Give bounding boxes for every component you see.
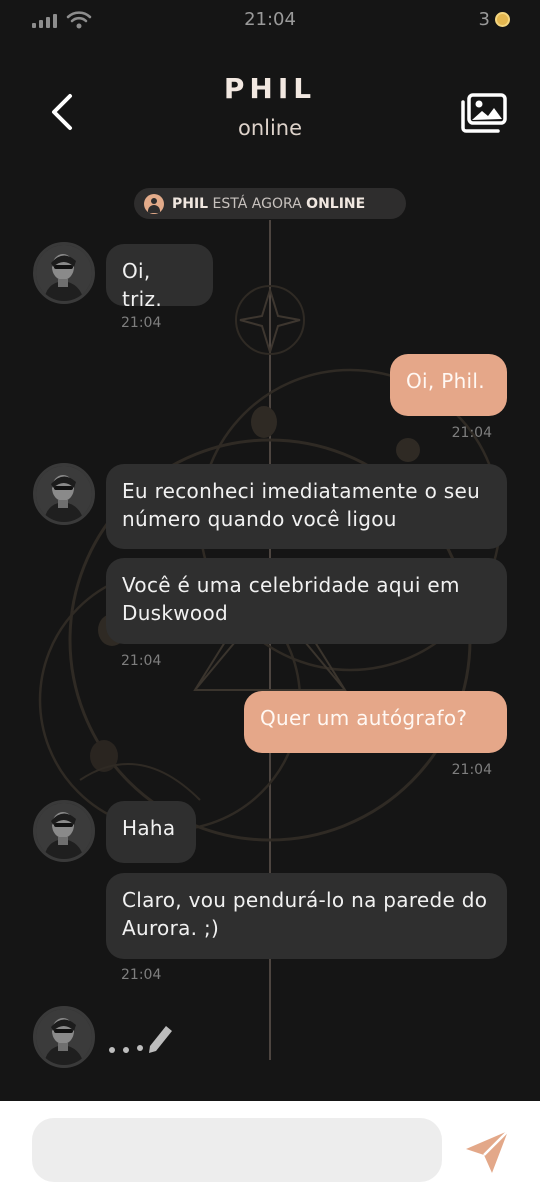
notice-text: ESTÁ AGORA [208,195,307,212]
avatar[interactable] [33,1006,95,1068]
message-time: 21:04 [121,653,162,669]
message-text: Haha [122,816,176,840]
message-time: 21:04 [121,315,162,331]
message-bubble-incoming: Oi, triz. [106,244,213,311]
avatar[interactable] [33,800,95,862]
message-text: Quer um autógrafo? [260,706,468,730]
message-time: 21:04 [451,425,492,441]
message-text: Oi, triz. [122,259,162,311]
message-input[interactable] [32,1118,442,1182]
status-bar: 21:04 3 [0,0,540,40]
notice-name: PHIL [172,195,209,212]
avatar[interactable] [33,242,95,304]
status-time: 21:04 [244,9,296,30]
coin-count: 3 [478,9,490,30]
chat-header: PHIL online [0,60,540,170]
typing-indicator [109,1026,172,1053]
online-notice: PHIL ESTÁ AGORA ONLINE [134,188,406,219]
message-text: Oi, Phil. [406,369,485,393]
contact-name: PHIL [223,72,317,105]
avatar-photo [36,466,92,522]
message-bubble-incoming: Eu reconheci imediatamente o seu número … [106,464,507,549]
avatar-photo [36,245,92,301]
coin-balance: 3 [479,9,510,30]
send-icon[interactable] [462,1127,512,1177]
message-bubble-incoming: Você é uma celebridade aqui em Duskwood [106,558,507,644]
composer-bar [0,1101,540,1200]
message-text: Eu reconheci imediatamente o seu número … [122,479,481,531]
avatar-photo [36,1009,92,1065]
avatar[interactable] [33,463,95,525]
message-time: 21:04 [121,967,162,983]
message-bubble-incoming: Claro, vou pendurá-lo na parede do Auror… [106,873,507,959]
message-text: Claro, vou pendurá-lo na parede do Auror… [122,888,488,940]
message-text: Você é uma celebridade aqui em Duskwood [122,573,460,625]
typing-pencil-icon [149,1026,172,1053]
gallery-icon[interactable] [460,92,508,134]
avatar-photo [36,803,92,859]
coin-icon [495,12,510,27]
message-bubble-outgoing: Oi, Phil. [390,354,507,416]
user-icon [144,193,164,214]
message-bubble-outgoing: Quer um autógrafo? [244,691,507,753]
message-time: 21:04 [451,762,492,778]
notice-state: ONLINE [306,195,366,212]
contact-status: online [237,116,303,140]
message-bubble-incoming: Haha [106,801,196,863]
